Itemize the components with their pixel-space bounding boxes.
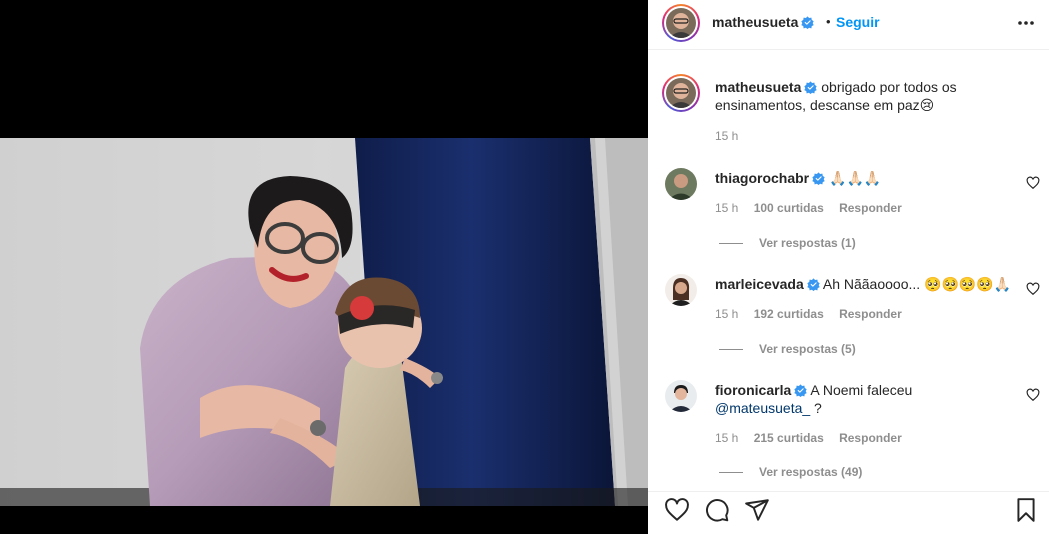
view-replies-button[interactable]: Ver respostas (49) xyxy=(719,465,862,479)
post-actions-bar xyxy=(648,491,1049,534)
comment-mention-link[interactable]: @mateusueta_ xyxy=(715,400,810,416)
post-media-area xyxy=(0,0,648,534)
replies-divider-line xyxy=(719,243,743,245)
verified-badge-icon xyxy=(812,172,825,185)
like-comment-heart-icon[interactable] xyxy=(1026,388,1040,402)
like-comment-heart-icon[interactable] xyxy=(1026,176,1040,190)
comment-likes[interactable]: 215 curtidas xyxy=(754,431,824,445)
view-replies-label[interactable]: Ver respostas (5) xyxy=(759,342,856,356)
comment-username[interactable]: thiagorochabr xyxy=(715,170,809,186)
reply-button[interactable]: Responder xyxy=(839,307,902,321)
more-options-icon[interactable] xyxy=(1016,15,1036,31)
replies-divider-line xyxy=(719,349,743,351)
caption-avatar[interactable] xyxy=(662,74,700,112)
bookmark-icon[interactable] xyxy=(1013,497,1039,523)
comment-icon[interactable] xyxy=(704,497,730,523)
verified-badge-icon xyxy=(807,278,820,291)
verified-badge-icon xyxy=(801,16,815,29)
replies-divider-line xyxy=(719,472,743,474)
view-replies-button[interactable]: Ver respostas (5) xyxy=(719,342,856,356)
post-header: matheusueta • Seguir xyxy=(648,0,1049,50)
comment-meta: 15 h 215 curtidas Responder xyxy=(715,431,914,445)
view-replies-label[interactable]: Ver respostas (49) xyxy=(759,465,862,479)
post-side-panel: matheusueta • Seguir matheusueta obrigad… xyxy=(648,0,1049,534)
caption-time: 15 h xyxy=(715,129,739,143)
comment-avatar[interactable] xyxy=(665,380,697,412)
comment-avatar[interactable] xyxy=(665,274,697,306)
comment-text-block: thiagorochabr 🙏🏻🙏🏻🙏🏻 xyxy=(715,169,1005,187)
comment-username[interactable]: fioronicarla xyxy=(715,382,791,398)
comment-body: Ah Nããaoooo... 🥺🥺🥺🥺🙏🏻 xyxy=(822,276,1012,292)
comment-text-block: marleicevada Ah Nããaoooo... 🥺🥺🥺🥺🙏🏻 xyxy=(715,275,1015,293)
comment-time: 15 h xyxy=(715,431,739,445)
comment-body-end: ? xyxy=(810,400,822,416)
author-username[interactable]: matheusueta xyxy=(712,14,798,30)
comment-body: 🙏🏻🙏🏻🙏🏻 xyxy=(829,170,882,186)
comments-list[interactable]: matheusueta obrigado por todos os ensina… xyxy=(648,51,1049,491)
caption-username[interactable]: matheusueta xyxy=(715,79,801,95)
share-icon[interactable] xyxy=(744,497,770,523)
author-avatar[interactable] xyxy=(662,4,700,42)
comment-username[interactable]: marleicevada xyxy=(715,276,804,292)
comment-meta: 15 h 192 curtidas Responder xyxy=(715,307,914,321)
comment-text-block: fioronicarla A Noemi faleceu @mateusueta… xyxy=(715,381,1005,417)
verified-badge-icon xyxy=(794,384,807,397)
comment-meta: 15 h 100 curtidas Responder xyxy=(715,201,914,215)
view-replies-button[interactable]: Ver respostas (1) xyxy=(719,236,856,250)
comment-likes[interactable]: 192 curtidas xyxy=(754,307,824,321)
reply-button[interactable]: Responder xyxy=(839,201,902,215)
comment-avatar[interactable] xyxy=(665,168,697,200)
reply-button[interactable]: Responder xyxy=(839,431,902,445)
instagram-post-view: matheusueta • Seguir matheusueta obrigad… xyxy=(0,0,1049,534)
follow-button[interactable]: Seguir xyxy=(836,14,880,30)
comment-time: 15 h xyxy=(715,201,739,215)
post-photo[interactable] xyxy=(0,138,648,506)
verified-badge-icon xyxy=(804,81,818,94)
like-comment-heart-icon[interactable] xyxy=(1026,282,1040,296)
author-username-link[interactable]: matheusueta xyxy=(712,14,815,30)
caption-text-block: matheusueta obrigado por todos os ensina… xyxy=(715,78,1015,114)
separator-dot: • xyxy=(826,14,831,29)
comment-body: A Noemi faleceu xyxy=(810,382,913,398)
heart-icon[interactable] xyxy=(664,497,690,523)
comment-likes[interactable]: 100 curtidas xyxy=(754,201,824,215)
view-replies-label[interactable]: Ver respostas (1) xyxy=(759,236,856,250)
comment-time: 15 h xyxy=(715,307,739,321)
